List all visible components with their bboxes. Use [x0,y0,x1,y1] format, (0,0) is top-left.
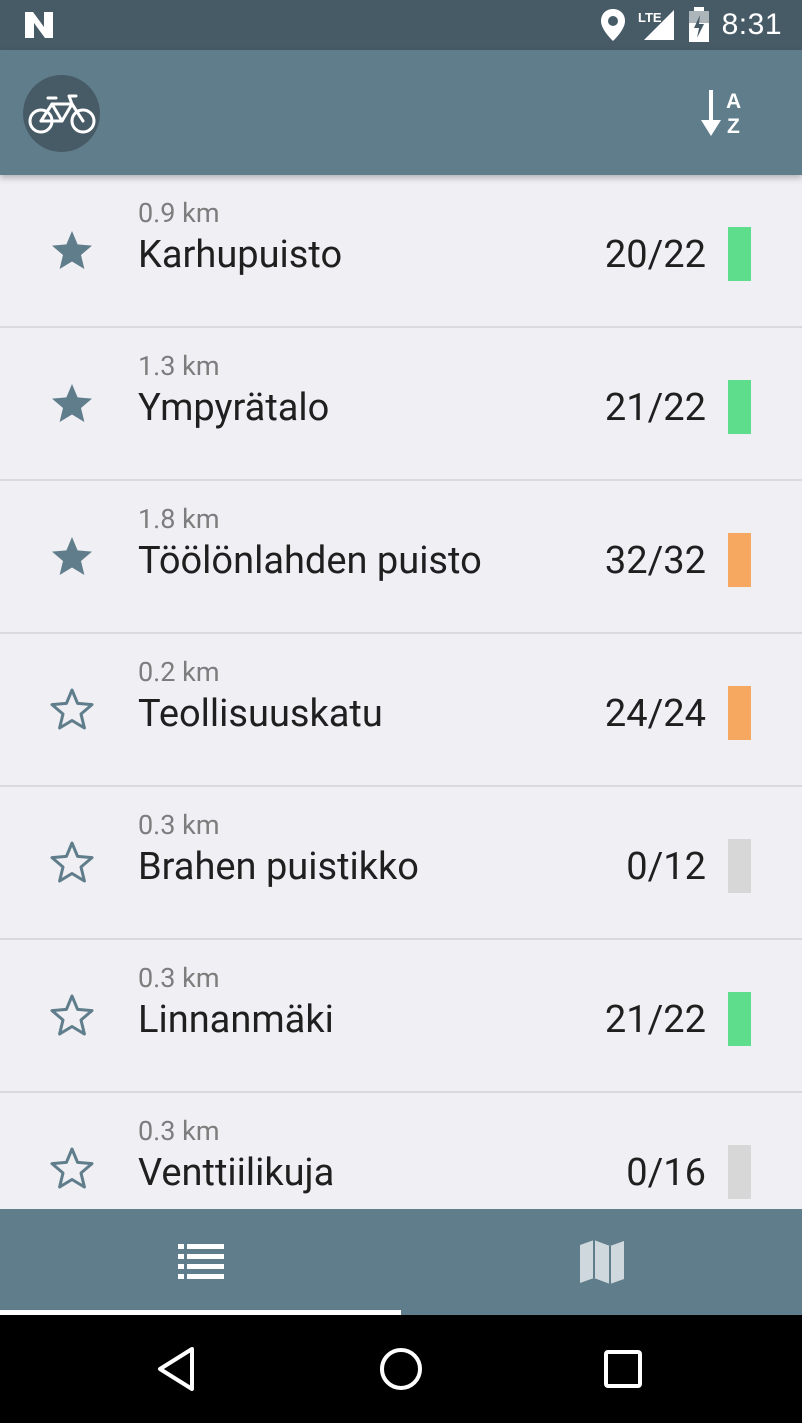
sort-button[interactable]: A Z [698,86,758,142]
availability-indicator [728,992,751,1046]
station-bike-count: 21/22 [604,998,706,1042]
station-name: Teollisuuskatu [138,692,383,736]
back-icon[interactable] [146,1337,210,1401]
app-logo[interactable] [23,75,100,152]
availability-indicator [728,380,751,434]
station-row[interactable]: 0.3 km Venttiilikuja 0/16 [0,1093,802,1209]
bicycle-icon [28,94,95,133]
svg-text:LTE: LTE [638,10,662,25]
station-distance: 0.2 km [138,656,220,688]
station-name: Ympyrätalo [138,386,330,430]
favorite-star-icon[interactable] [48,686,96,734]
station-bike-count: 20/22 [604,233,706,277]
favorite-star-icon[interactable] [48,533,96,581]
n-notification-icon [25,12,53,38]
location-icon [600,9,625,41]
station-name: Linnanmäki [138,998,334,1042]
station-distance: 0.3 km [138,1115,220,1147]
app-bar: A Z [0,50,802,175]
station-bike-count: 0/12 [626,845,706,889]
station-row[interactable]: 0.3 km Linnanmäki 21/22 [0,940,802,1093]
favorite-star-icon[interactable] [48,1145,96,1193]
station-distance: 0.3 km [138,809,220,841]
tab-map[interactable] [401,1209,802,1315]
station-name: Venttiilikuja [138,1151,335,1195]
availability-indicator [728,1145,751,1199]
recents-icon[interactable] [591,1337,655,1401]
favorite-star-icon[interactable] [48,380,96,428]
station-bike-count: 32/32 [604,539,706,583]
station-row[interactable]: 0.3 km Brahen puistikko 0/12 [0,787,802,940]
station-distance: 1.8 km [138,503,220,535]
station-distance: 1.3 km [138,350,220,382]
station-name: Karhupuisto [138,233,343,277]
battery-icon [688,7,709,42]
station-row[interactable]: 1.8 km Töölönlahden puisto 32/32 [0,481,802,634]
station-list[interactable]: 0.9 km Karhupuisto 20/22 1.3 km Ympyräta… [0,175,802,1209]
sort-alpha-icon: A Z [701,90,741,138]
station-bike-count: 21/22 [604,386,706,430]
favorite-star-icon[interactable] [48,992,96,1040]
status-bar: LTE 8:31 [0,0,802,50]
signal-icon: LTE [638,10,674,40]
availability-indicator [728,686,751,740]
station-distance: 0.9 km [138,197,220,229]
availability-indicator [728,533,751,587]
station-name: Brahen puistikko [138,845,419,889]
station-name: Töölönlahden puisto [138,539,482,583]
station-bike-count: 0/16 [626,1151,706,1195]
list-icon [177,1244,224,1279]
station-row[interactable]: 0.2 km Teollisuuskatu 24/24 [0,634,802,787]
station-row[interactable]: 0.9 km Karhupuisto 20/22 [0,175,802,328]
favorite-star-icon[interactable] [48,839,96,887]
bottom-tab-bar [0,1209,802,1315]
system-nav-bar [0,1315,802,1423]
status-time: 8:31 [721,8,782,41]
tab-list[interactable] [0,1209,401,1315]
station-distance: 0.3 km [138,962,220,994]
station-bike-count: 24/24 [604,692,706,736]
station-row[interactable]: 1.3 km Ympyrätalo 21/22 [0,328,802,481]
availability-indicator [728,839,751,893]
sort-letter-z: Z [727,115,740,138]
availability-indicator [728,227,751,281]
map-icon [579,1240,624,1284]
sort-letter-a: A [726,90,741,113]
home-icon[interactable] [369,1337,433,1401]
favorite-star-icon[interactable] [48,227,96,275]
